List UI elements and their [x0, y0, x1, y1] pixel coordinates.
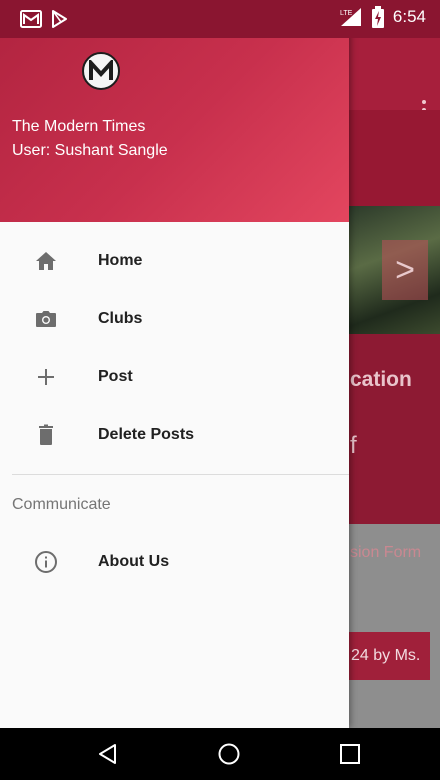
camera-icon	[36, 311, 56, 327]
menu-item-label: Post	[98, 368, 133, 385]
background-heading-fragment: cation	[350, 368, 412, 391]
menu-item-label: Home	[98, 252, 143, 269]
home-circle-icon[interactable]	[217, 742, 241, 766]
logo-m-icon	[89, 60, 113, 80]
lte-badge: LTE	[340, 10, 353, 17]
plus-icon	[38, 369, 54, 385]
trash-icon	[39, 424, 53, 445]
background-form-fragment: sion Form	[350, 544, 422, 561]
background-text-fragment: f	[350, 432, 357, 459]
app-logo	[82, 52, 120, 90]
carousel-next-button[interactable]: >	[382, 240, 428, 300]
header-user: User: Sushant Sangle	[12, 142, 168, 159]
menu-item-home[interactable]: Home	[0, 232, 349, 290]
battery-charging-icon	[371, 6, 384, 28]
drawer-menu: Home Clubs Post Delete Posts	[0, 232, 349, 464]
home-icon	[36, 252, 56, 270]
system-nav-bar	[0, 728, 440, 780]
header-title: The Modern Times	[12, 118, 146, 135]
status-bar: LTE 6:54	[0, 0, 440, 38]
section-label-communicate: Communicate	[12, 496, 111, 513]
drawer-divider	[12, 474, 349, 475]
menu-item-about-us[interactable]: About Us	[0, 533, 349, 591]
menu-item-delete-posts[interactable]: Delete Posts	[0, 406, 349, 464]
recents-icon[interactable]	[338, 742, 362, 766]
communicate-menu: About Us	[0, 533, 349, 591]
navigation-drawer: The Modern Times User: Sushant Sangle Ho…	[0, 0, 349, 728]
gmail-icon	[20, 10, 42, 28]
info-icon	[35, 551, 57, 573]
menu-item-clubs[interactable]: Clubs	[0, 290, 349, 348]
back-icon[interactable]	[96, 742, 120, 766]
play-store-icon	[52, 10, 67, 28]
background-chip-fragment[interactable]: 24 by Ms.	[349, 632, 430, 680]
menu-item-label: Delete Posts	[98, 426, 195, 443]
menu-item-post[interactable]: Post	[0, 348, 349, 406]
menu-item-label: Clubs	[98, 310, 143, 327]
menu-item-label: About Us	[98, 553, 170, 570]
background-card	[348, 334, 440, 524]
signal-icon: LTE	[340, 8, 361, 26]
status-time: 6:54	[392, 7, 426, 26]
